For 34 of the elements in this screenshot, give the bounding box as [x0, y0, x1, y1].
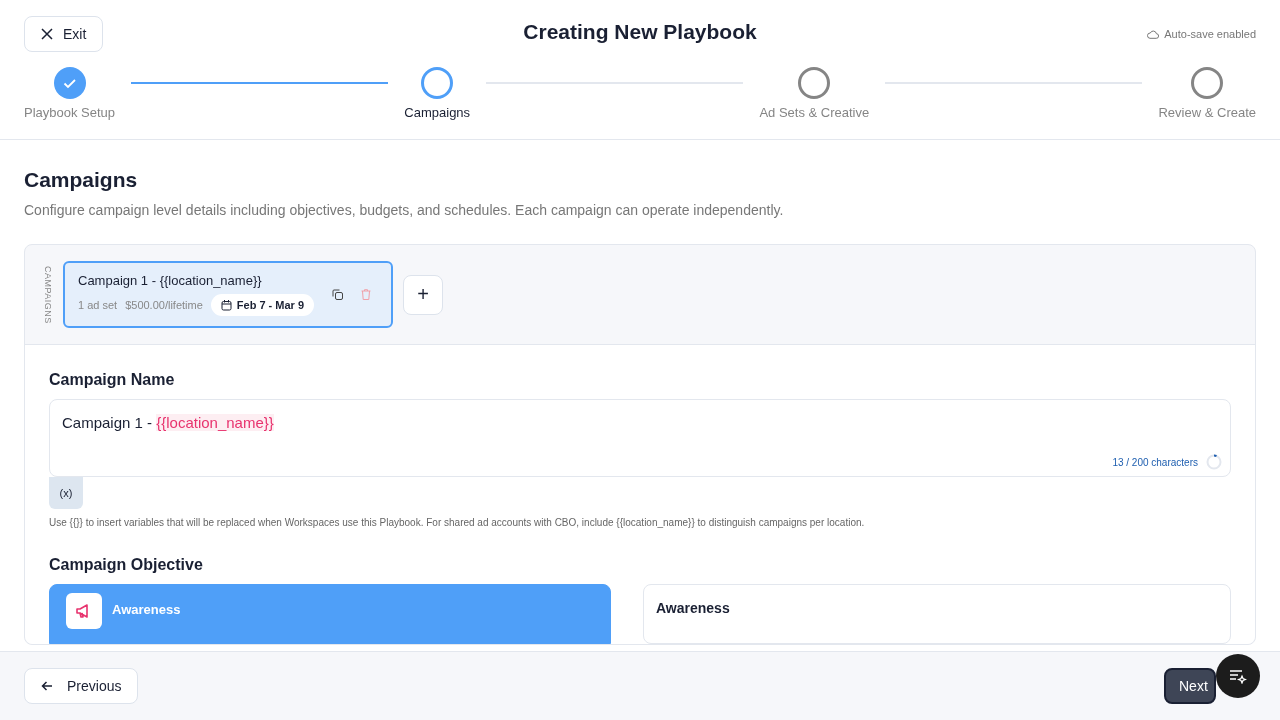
- step-label[interactable]: Playbook Setup: [24, 105, 116, 120]
- exit-button[interactable]: Exit: [24, 16, 104, 52]
- close-icon: [41, 28, 53, 40]
- section-description: Configure campaign level details including objectives, budgets, and schedules. Each campaign can operate independently.: [24, 202, 785, 218]
- previous-button[interactable]: Previous: [24, 668, 139, 704]
- field-label: Campaign Objective: [49, 556, 204, 574]
- campaigns-label: CAMPAIGNS: [43, 265, 53, 324]
- calendar-icon: [220, 299, 232, 311]
- ad-set-count: 1 ad set: [78, 299, 118, 311]
- page-title: Creating New Playbook: [523, 20, 757, 44]
- insert-variable-button[interactable]: (x): [49, 477, 83, 509]
- field-label: Campaign Name: [49, 371, 176, 389]
- campaign-name: Campaign 1 - {{location_name}}: [78, 273, 263, 288]
- campaign-budget: $500.00/lifetime: [125, 299, 203, 311]
- next-button[interactable]: Next: [1164, 668, 1216, 704]
- assistant-button[interactable]: [1216, 654, 1260, 698]
- date-range: Feb 7 - Mar 9: [236, 299, 305, 311]
- help-text: Use {{}} to insert variables that will be replaced when Workspaces use this Playbook. For shared ad accounts with CBO, include {{location_name}} to distinguish campaigns per location.: [49, 517, 866, 528]
- add-campaign-button[interactable]: +: [403, 274, 444, 315]
- copy-icon[interactable]: [332, 289, 344, 300]
- campaign-card[interactable]: Campaign 1 - {{location_name}} 1 ad set $500.00/lifetime Feb 7 - Mar 9: [63, 261, 394, 328]
- section-title: Campaigns: [24, 168, 139, 192]
- list-sparkle-icon: [1229, 668, 1247, 684]
- cloud-icon: [1147, 29, 1160, 39]
- arrow-left-icon: [41, 680, 53, 692]
- autosave-status: Auto-save enabled: [1164, 28, 1256, 40]
- character-counter: 13 / 200 characters: [1112, 456, 1198, 468]
- objective-detail-title: Awareness: [656, 600, 730, 616]
- step-label[interactable]: Review & Create: [1158, 105, 1256, 120]
- megaphone-icon: [66, 593, 102, 629]
- step-label[interactable]: Ad Sets & Creative: [759, 105, 870, 120]
- campaign-name-field[interactable]: Campaign 1 - {{location_name}} 13 / 200 characters: [49, 399, 1231, 477]
- step-label[interactable]: Campaigns: [404, 105, 471, 120]
- progress-ring-icon: [1206, 454, 1222, 470]
